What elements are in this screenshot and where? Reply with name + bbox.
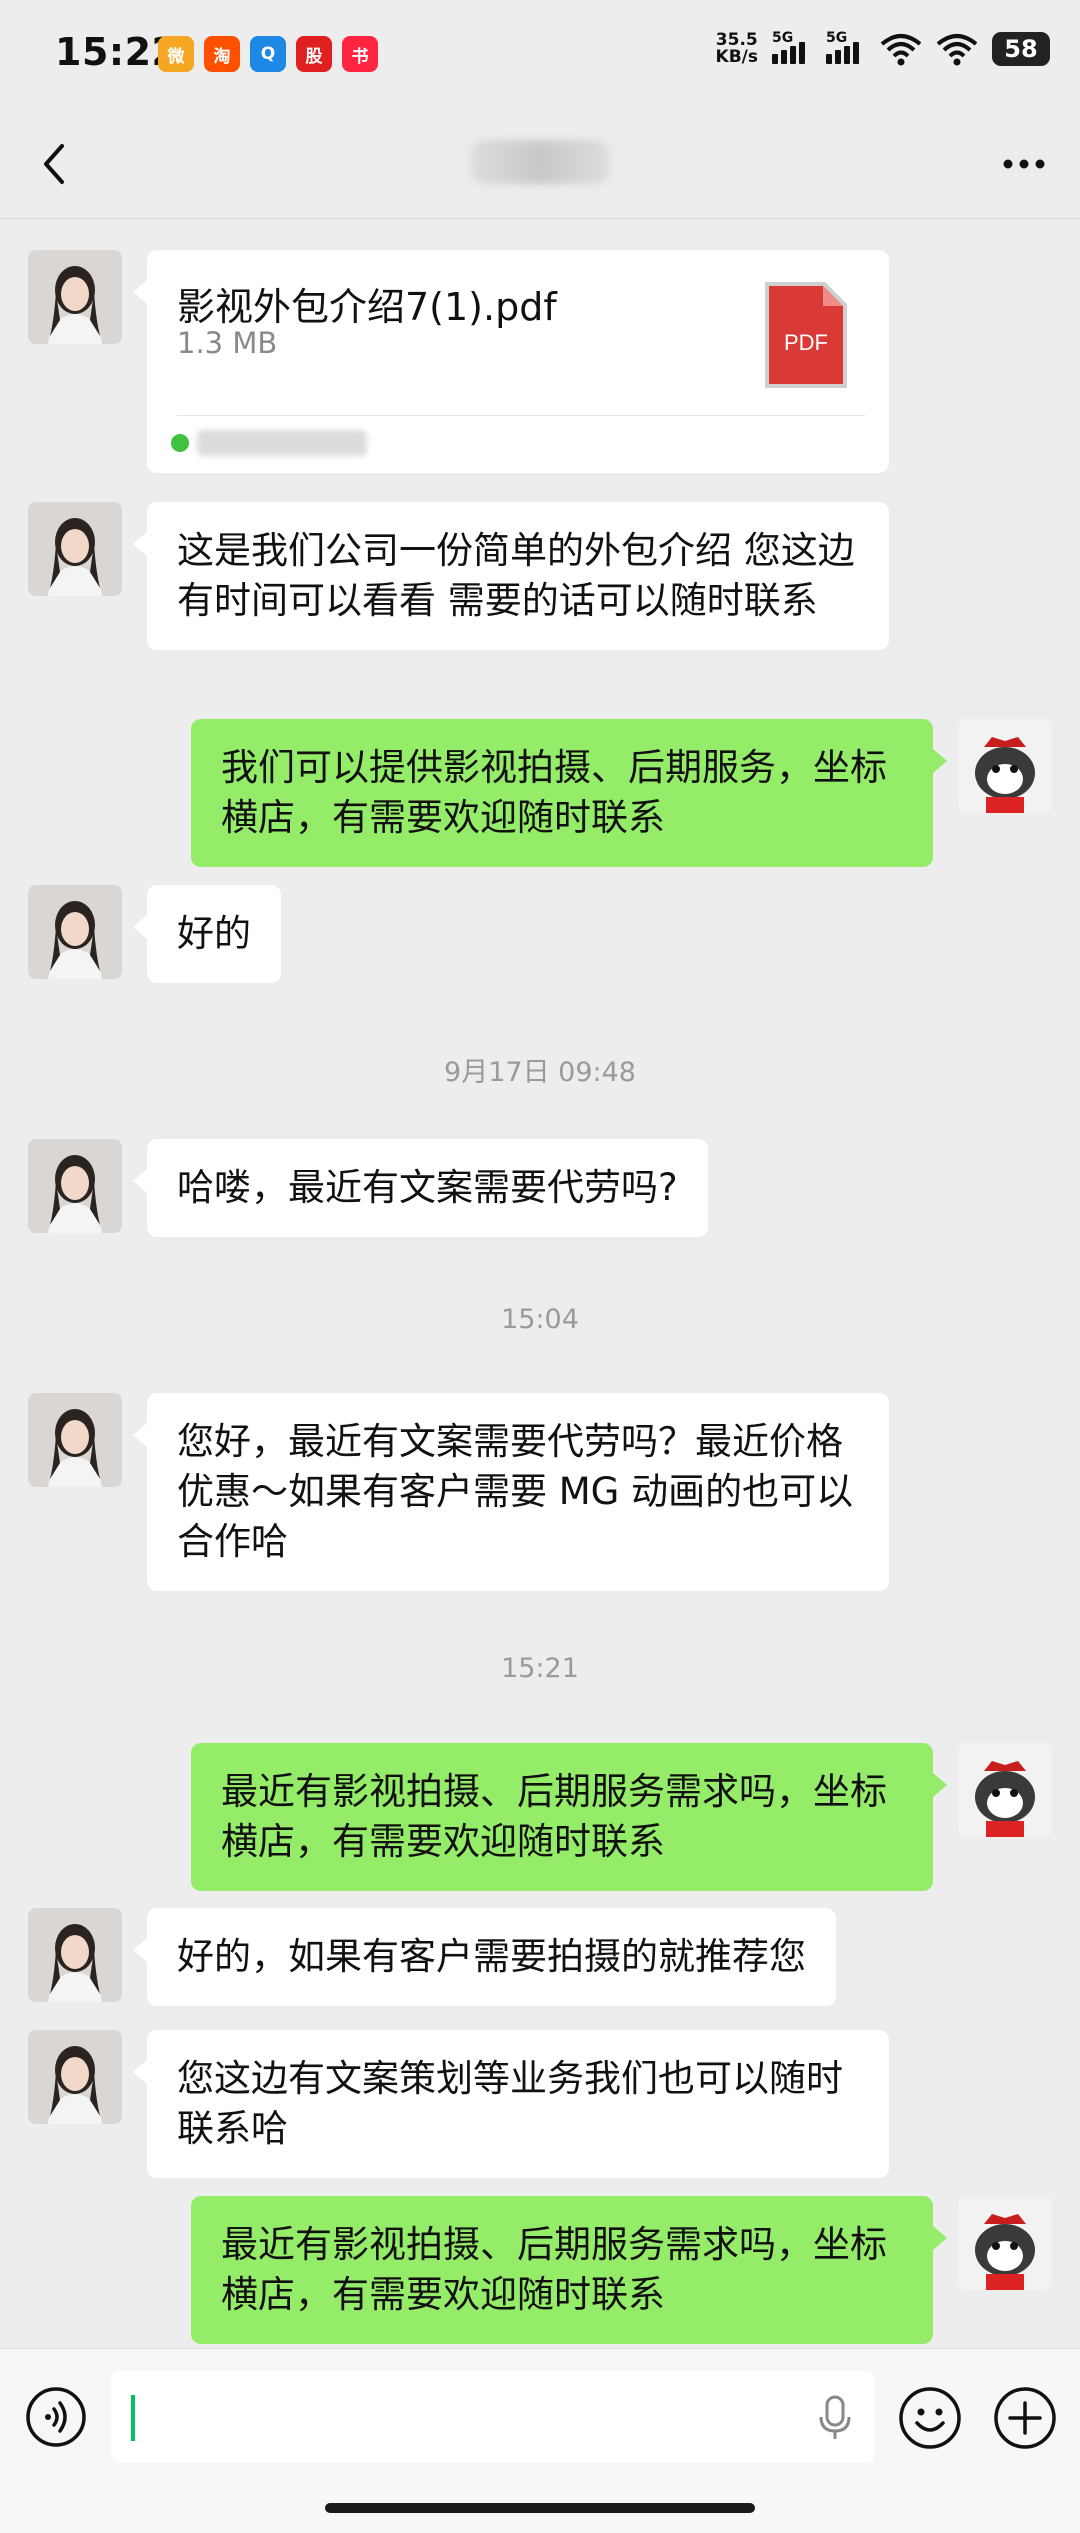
- emoji-icon[interactable]: [897, 2385, 963, 2451]
- file-source: [171, 430, 367, 456]
- file-message-card[interactable]: 影视外包介绍7(1).pdf 1.3 MB PDF: [133, 250, 889, 473]
- timestamp: 15:21: [501, 1653, 579, 1684]
- blurred-source: [197, 430, 367, 456]
- stock-app-icon: 股: [296, 36, 332, 72]
- message-bubble[interactable]: 哈喽，最近有文案需要代劳吗?: [133, 1139, 708, 1237]
- message-bubble[interactable]: 最近有影视拍摄、后期服务需求吗，坐标横店，有需要欢迎随时联系: [191, 1743, 947, 1891]
- text-caret: [131, 2395, 135, 2441]
- contact-avatar[interactable]: [28, 502, 122, 596]
- message-bubble[interactable]: 您好，最近有文案需要代劳吗？最近价格优惠～如果有客户需要 MG 动画的也可以合作…: [133, 1393, 889, 1591]
- contact-avatar[interactable]: [28, 250, 122, 344]
- sim1-signal-icon: 5G: [772, 30, 812, 64]
- message-bubble[interactable]: 这是我们公司一份简单的外包介绍 您这边有时间可以看看 需要的话可以随时联系: [133, 502, 889, 650]
- status-app-icons: 微 淘 Q 股 书: [158, 36, 378, 72]
- plus-icon[interactable]: [992, 2385, 1058, 2451]
- contact-avatar[interactable]: [28, 885, 122, 979]
- wechat-mini-icon: [171, 434, 189, 452]
- network-speed: 35.5 KB/s: [715, 30, 758, 67]
- contact-avatar[interactable]: [28, 1393, 122, 1487]
- taobao-icon: 淘: [204, 36, 240, 72]
- contact-avatar[interactable]: [28, 1908, 122, 2002]
- file-size: 1.3 MB: [177, 326, 278, 360]
- message-input[interactable]: [111, 2371, 875, 2463]
- status-bar: 15:22 微 淘 Q 股 书 35.5 KB/s 5G 5G 58: [0, 0, 1080, 110]
- timestamp: 15:04: [501, 1304, 579, 1335]
- weibo-icon: 微: [158, 36, 194, 72]
- wifi-icon: [880, 34, 922, 66]
- message-bubble[interactable]: 好的，如果有客户需要拍摄的就推荐您: [133, 1908, 836, 2006]
- divider: [177, 415, 865, 416]
- home-indicator[interactable]: [325, 2503, 755, 2513]
- qq-browser-icon: Q: [250, 36, 286, 72]
- sim2-signal-icon: 5G: [826, 30, 866, 64]
- status-indicators: 35.5 KB/s 5G 5G 58: [715, 30, 1050, 67]
- my-avatar[interactable]: [958, 1743, 1052, 1837]
- pdf-file-icon: PDF: [765, 282, 847, 388]
- contact-avatar[interactable]: [28, 2030, 122, 2124]
- pdf-label: PDF: [784, 330, 828, 355]
- my-avatar[interactable]: [958, 2196, 1052, 2290]
- file-name: 影视外包介绍7(1).pdf: [177, 285, 557, 329]
- chat-header: [0, 110, 1080, 219]
- voice-toggle-icon[interactable]: [24, 2385, 88, 2449]
- battery-icon: 58: [992, 32, 1050, 66]
- back-arrow-icon[interactable]: [28, 136, 84, 192]
- message-bubble[interactable]: 我们可以提供影视拍摄、后期服务，坐标横店，有需要欢迎随时联系: [191, 719, 947, 867]
- more-options-icon[interactable]: [996, 136, 1052, 192]
- chat-title-blurred: [470, 140, 610, 184]
- xiaohongshu-icon: 书: [342, 36, 378, 72]
- message-bubble[interactable]: 您这边有文案策划等业务我们也可以随时联系哈: [133, 2030, 889, 2178]
- my-avatar[interactable]: [958, 719, 1052, 813]
- wifi-icon: [936, 34, 978, 66]
- message-bubble[interactable]: 好的: [133, 885, 281, 983]
- timestamp: 9月17日 09:48: [444, 1057, 636, 1088]
- input-bar: [0, 2348, 1080, 2533]
- contact-avatar[interactable]: [28, 1139, 122, 1233]
- message-bubble[interactable]: 最近有影视拍摄、后期服务需求吗，坐标横店，有需要欢迎随时联系: [191, 2196, 947, 2344]
- microphone-icon[interactable]: [813, 2393, 857, 2443]
